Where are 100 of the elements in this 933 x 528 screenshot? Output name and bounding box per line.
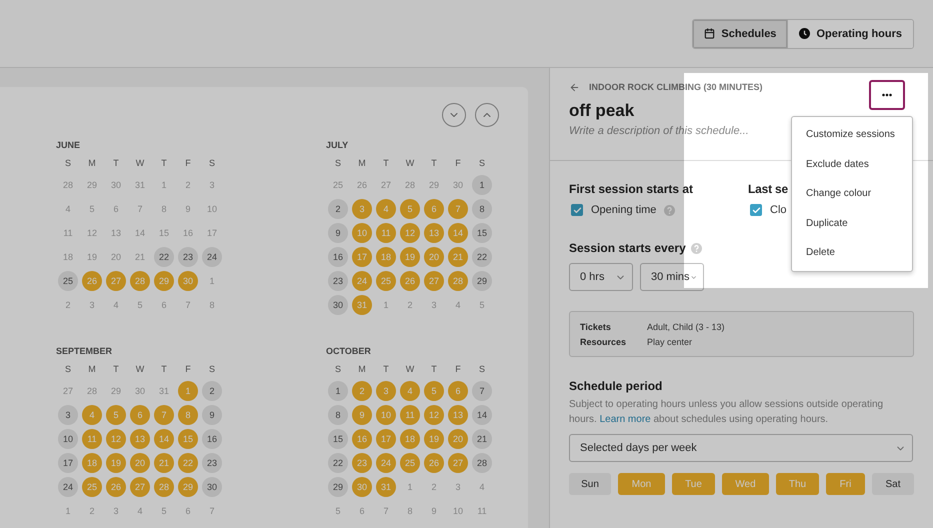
calendar-day[interactable]: 4 [82, 405, 102, 425]
calendar-day[interactable]: 31 [352, 295, 372, 315]
calendar-day[interactable]: 17 [376, 429, 396, 449]
calendar-day[interactable]: 4 [58, 199, 78, 219]
calendar-day[interactable]: 28 [82, 381, 102, 401]
weekday-toggle[interactable]: Thu [776, 473, 819, 495]
calendar-day[interactable]: 8 [328, 405, 348, 425]
calendar-day[interactable]: 25 [376, 271, 396, 291]
calendar-day[interactable]: 22 [328, 453, 348, 473]
calendar-day[interactable]: 6 [106, 199, 126, 219]
calendar-day[interactable]: 10 [352, 223, 372, 243]
calendar-day[interactable]: 3 [58, 405, 78, 425]
calendar-day[interactable]: 4 [130, 501, 150, 521]
calendar-day[interactable]: 7 [130, 199, 150, 219]
calendar-day[interactable]: 2 [178, 175, 198, 195]
calendar-day[interactable]: 24 [376, 453, 396, 473]
calendar-day[interactable]: 3 [106, 501, 126, 521]
calendar-day[interactable]: 3 [424, 295, 444, 315]
calendar-day[interactable]: 24 [58, 477, 78, 497]
calendar-day[interactable]: 16 [178, 223, 198, 243]
calendar-day[interactable]: 7 [178, 295, 198, 315]
calendar-day[interactable]: 27 [448, 453, 468, 473]
calendar-day[interactable]: 15 [178, 429, 198, 449]
calendar-day[interactable]: 28 [448, 271, 468, 291]
calendar-day[interactable]: 1 [376, 295, 396, 315]
calendar-day[interactable]: 13 [130, 429, 150, 449]
calendar-day[interactable]: 21 [448, 247, 468, 267]
calendar-day[interactable]: 24 [352, 271, 372, 291]
calendar-day[interactable]: 20 [448, 429, 468, 449]
calendar-day[interactable]: 29 [178, 477, 198, 497]
minutes-select[interactable]: 30 mins [640, 263, 704, 291]
calendar-day[interactable]: 15 [154, 223, 174, 243]
calendar-day[interactable]: 7 [376, 501, 396, 521]
calendar-day[interactable]: 3 [352, 199, 372, 219]
calendar-day[interactable]: 29 [82, 175, 102, 195]
calendar-day[interactable]: 23 [202, 453, 222, 473]
calendar-day[interactable]: 2 [82, 501, 102, 521]
calendar-day[interactable]: 4 [448, 295, 468, 315]
hours-select[interactable]: 0 hrs [569, 263, 633, 291]
calendar-day[interactable]: 31 [154, 381, 174, 401]
calendar-day[interactable]: 9 [178, 199, 198, 219]
calendar-day[interactable]: 12 [106, 429, 126, 449]
calendar-day[interactable]: 30 [130, 381, 150, 401]
menu-item[interactable]: Exclude dates [792, 150, 912, 179]
calendar-day[interactable]: 5 [154, 501, 174, 521]
calendar-day[interactable]: 13 [448, 405, 468, 425]
calendar-day[interactable]: 3 [448, 477, 468, 497]
calendar-day[interactable]: 29 [328, 477, 348, 497]
calendar-day[interactable]: 15 [328, 429, 348, 449]
calendar-day[interactable]: 12 [400, 223, 420, 243]
calendar-day[interactable]: 4 [376, 199, 396, 219]
calendar-day[interactable]: 5 [130, 295, 150, 315]
calendar-day[interactable]: 21 [472, 429, 492, 449]
calendar-day[interactable]: 5 [400, 199, 420, 219]
calendar-day[interactable]: 18 [82, 453, 102, 473]
calendar-day[interactable]: 14 [154, 429, 174, 449]
calendar-day[interactable]: 1 [328, 381, 348, 401]
calendar-day[interactable]: 17 [58, 453, 78, 473]
calendar-day[interactable]: 1 [154, 175, 174, 195]
calendar-day[interactable]: 13 [106, 223, 126, 243]
calendar-day[interactable]: 20 [424, 247, 444, 267]
calendar-day[interactable]: 22 [154, 247, 174, 267]
calendar-day[interactable]: 30 [328, 295, 348, 315]
calendar-day[interactable]: 7 [202, 501, 222, 521]
weekday-toggle[interactable]: Sat [872, 473, 914, 495]
calendar-day[interactable]: 1 [400, 477, 420, 497]
calendar-day[interactable]: 22 [472, 247, 492, 267]
calendar-day[interactable]: 11 [82, 429, 102, 449]
calendar-day[interactable]: 8 [154, 199, 174, 219]
calendar-day[interactable]: 29 [472, 271, 492, 291]
calendar-day[interactable]: 4 [106, 295, 126, 315]
calendar-day[interactable]: 21 [154, 453, 174, 473]
calendar-day[interactable]: 2 [202, 381, 222, 401]
calendar-day[interactable]: 18 [400, 429, 420, 449]
weekday-toggle[interactable]: Wed [722, 473, 769, 495]
calendar-day[interactable]: 2 [400, 295, 420, 315]
weekday-toggle[interactable]: Fri [826, 473, 865, 495]
calendar-day[interactable]: 3 [376, 381, 396, 401]
calendar-day[interactable]: 28 [154, 477, 174, 497]
calendar-day[interactable]: 2 [352, 381, 372, 401]
weekday-toggle[interactable]: Tue [672, 473, 715, 495]
calendar-day[interactable]: 18 [376, 247, 396, 267]
learn-more-link[interactable]: Learn more [600, 414, 651, 425]
calendar-day[interactable]: 1 [178, 381, 198, 401]
calendar-day[interactable]: 14 [472, 405, 492, 425]
calendar-day[interactable]: 30 [448, 175, 468, 195]
more-button[interactable] [869, 80, 905, 110]
weekday-toggle[interactable]: Sun [569, 473, 611, 495]
calendar-day[interactable]: 29 [154, 271, 174, 291]
calendar-day[interactable]: 30 [202, 477, 222, 497]
calendar-day[interactable]: 6 [178, 501, 198, 521]
calendar-day[interactable]: 26 [400, 271, 420, 291]
calendar-day[interactable]: 2 [424, 477, 444, 497]
calendar-day[interactable]: 28 [58, 175, 78, 195]
calendar-day[interactable]: 5 [106, 405, 126, 425]
calendar-day[interactable]: 8 [400, 501, 420, 521]
calendar-day[interactable]: 23 [178, 247, 198, 267]
calendar-day[interactable]: 15 [472, 223, 492, 243]
calendar-day[interactable]: 3 [202, 175, 222, 195]
calendar-day[interactable]: 19 [82, 247, 102, 267]
